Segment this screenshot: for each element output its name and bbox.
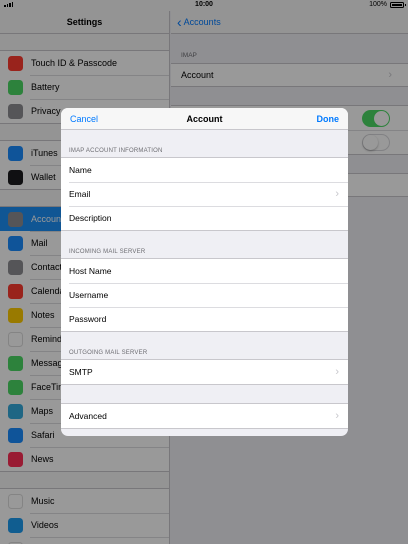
field-label: Host Name (69, 266, 112, 276)
chevron-right-icon: › (335, 188, 339, 200)
modal-title: Account (186, 113, 223, 124)
field-email[interactable]: Email › (61, 182, 348, 206)
field-password[interactable]: Password (61, 307, 348, 331)
modal-section-group: SMTP › (61, 359, 348, 385)
field-host-name[interactable]: Host Name (61, 259, 348, 283)
modal-section-group: Name Email › Description (61, 157, 348, 231)
modal-section-header: IMAP ACCOUNT INFORMATION (69, 148, 163, 154)
field-name[interactable]: Name (61, 158, 348, 182)
modal-section-header (61, 385, 348, 403)
modal-navbar: Cancel Account Done (61, 108, 348, 130)
chevron-right-icon: › (335, 410, 339, 422)
account-modal: Cancel Account Done IMAP ACCOUNT INFORMA… (61, 108, 348, 436)
field-description[interactable]: Description (61, 206, 348, 230)
field-label: Email (69, 189, 91, 199)
field-label: Advanced (69, 411, 107, 421)
modal-section-group: Advanced › (61, 403, 348, 429)
field-username[interactable]: Username (61, 283, 348, 307)
field-label: Name (69, 165, 92, 175)
field-label: Username (69, 290, 109, 300)
field-advanced[interactable]: Advanced › (61, 404, 348, 428)
modal-section-group: Host Name Username Password (61, 258, 348, 332)
modal-section-header: INCOMING MAIL SERVER (69, 249, 146, 255)
cancel-button[interactable]: Cancel (70, 114, 98, 124)
chevron-right-icon: › (335, 366, 339, 378)
field-label: Password (69, 314, 107, 324)
field-label: SMTP (69, 367, 93, 377)
field-label: Description (69, 213, 112, 223)
done-button[interactable]: Done (317, 114, 340, 124)
modal-section-header: OUTGOING MAIL SERVER (69, 350, 148, 356)
field-smtp[interactable]: SMTP › (61, 360, 348, 384)
